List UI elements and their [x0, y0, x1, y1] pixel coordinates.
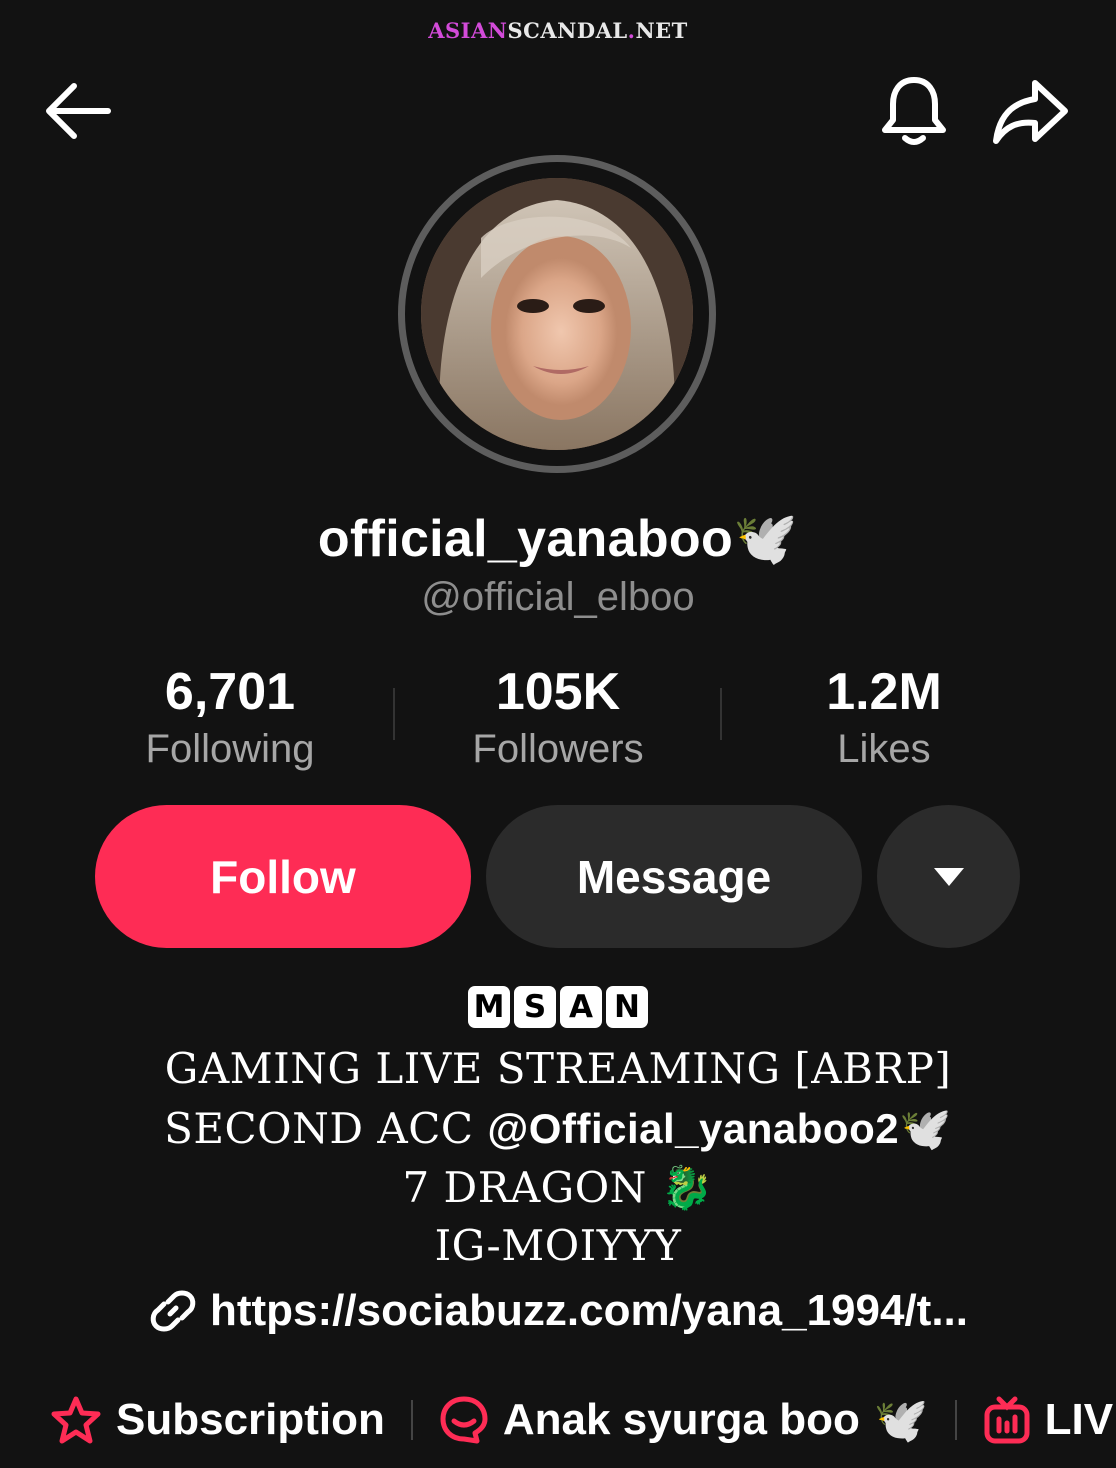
bio-line-2: SECOND ACC @Official_yanaboo2🕊️ — [0, 1104, 1116, 1154]
display-name-text: official_yanaboo — [317, 510, 734, 568]
share-button[interactable] — [990, 74, 1070, 150]
live-tab[interactable]: LIV — [983, 1395, 1113, 1445]
avatar[interactable] — [398, 155, 716, 473]
stat-label: Likes — [837, 727, 931, 771]
group-chat-tab[interactable]: Anak syurga boo 🕊️ — [439, 1394, 929, 1446]
bio-line-2-prefix: SECOND ACC — [164, 1104, 488, 1153]
stat-following[interactable]: 6,701 Following — [80, 662, 380, 776]
stat-value: 6,701 — [164, 663, 296, 721]
watermark: ASIANSCANDAL.NET — [0, 18, 1116, 43]
display-name: official_yanaboo🕊️ — [0, 508, 1116, 569]
link-icon — [150, 1290, 196, 1332]
stat-label: Followers — [472, 727, 644, 771]
bio-tag-letter: M — [468, 986, 510, 1028]
chat-bubble-icon — [440, 1396, 488, 1444]
dove-emoji: 🕊️ — [873, 1396, 929, 1445]
avatar-photo — [421, 178, 693, 450]
notification-button[interactable] — [876, 74, 952, 150]
bottom-tabs: Subscription Anak syurga boo 🕊️ LIV — [50, 1388, 1113, 1452]
live-label: LIV — [1044, 1395, 1114, 1444]
dragon-emoji: 🐉 — [660, 1163, 714, 1212]
bio-tag-letter: S — [514, 986, 556, 1028]
watermark-part1: ASIAN — [428, 18, 508, 43]
stat-followers[interactable]: 105K Followers — [408, 662, 708, 776]
caret-down-icon — [933, 867, 964, 886]
profile-link-text: https://sociabuzz.com/yana_1994/t... — [209, 1286, 968, 1335]
back-button[interactable] — [40, 78, 116, 144]
tab-divider — [954, 1400, 957, 1440]
bio-line-1: GAMING LIVE STREAMING [ABRP] — [164, 1044, 952, 1093]
bell-icon — [882, 77, 946, 145]
dove-emoji: 🕊️ — [733, 510, 799, 568]
follow-button[interactable]: Follow — [95, 805, 471, 948]
bio-line-3: 7 DRAGON 🐉 — [0, 1163, 1116, 1213]
group-chat-label: Anak syurga boo — [502, 1395, 860, 1444]
live-tv-icon — [984, 1396, 1030, 1444]
stat-label: Following — [145, 727, 315, 771]
username: @official_elboo — [421, 575, 695, 619]
subscription-tab[interactable]: Subscription — [50, 1395, 385, 1445]
bio-mention-link[interactable]: @Official_yanaboo2 — [487, 1105, 899, 1152]
tab-divider — [410, 1400, 413, 1440]
stat-likes[interactable]: 1.2M Likes — [734, 662, 1034, 776]
stat-divider — [720, 688, 722, 740]
share-icon — [993, 80, 1068, 144]
watermark-part2: SCANDAL — [507, 18, 628, 43]
star-badge-icon — [51, 1396, 101, 1444]
subscription-label: Subscription — [116, 1395, 385, 1444]
watermark-part3: NET — [635, 18, 688, 43]
bio-tag: M S A N — [0, 986, 1116, 1028]
stat-divider — [393, 688, 395, 740]
more-options-button[interactable] — [877, 805, 1020, 948]
bio-line-4: IG-MOIYYY — [434, 1221, 682, 1270]
stat-value: 105K — [495, 663, 621, 721]
bio-line-3-text: 7 DRAGON — [402, 1163, 647, 1212]
dove-emoji: 🕊️ — [899, 1104, 952, 1153]
message-button[interactable]: Message — [486, 805, 862, 948]
stat-value: 1.2M — [826, 663, 942, 721]
back-arrow-icon — [46, 83, 111, 139]
profile-link[interactable]: https://sociabuzz.com/yana_1994/t... — [0, 1286, 1116, 1336]
bio-tag-letter: A — [560, 986, 602, 1028]
bio-tag-letter: N — [606, 986, 648, 1028]
